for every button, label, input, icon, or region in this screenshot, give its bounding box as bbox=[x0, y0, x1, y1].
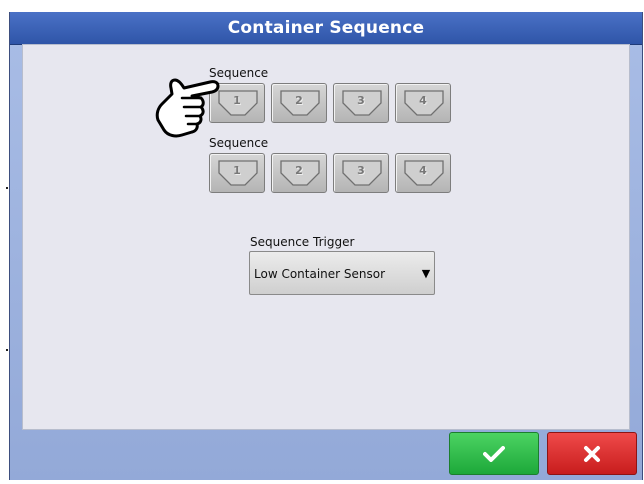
edge-mark bbox=[6, 187, 8, 189]
edge-mark bbox=[6, 349, 8, 351]
cancel-button[interactable] bbox=[547, 432, 637, 475]
container-button-3[interactable]: 3 bbox=[333, 83, 389, 123]
container-button-3[interactable]: 3 bbox=[333, 153, 389, 193]
container-button-4[interactable]: 4 bbox=[395, 83, 451, 123]
sequence-trigger-value: Low Container Sensor bbox=[254, 267, 386, 281]
sequence-row-1: 1 2 3 4 bbox=[209, 83, 451, 123]
container-number: 4 bbox=[419, 164, 427, 177]
ok-button[interactable] bbox=[449, 432, 539, 475]
container-button-2[interactable]: 2 bbox=[271, 153, 327, 193]
content-panel: Sequence 1 2 3 4 Sequence 1 2 3 4 Sequen… bbox=[22, 44, 630, 430]
checkmark-icon bbox=[483, 445, 505, 462]
sequence-trigger-select[interactable]: Low Container Sensor ▼ bbox=[249, 251, 435, 295]
container-number: 3 bbox=[357, 94, 365, 107]
sequence-row-2: 1 2 3 4 bbox=[209, 153, 451, 193]
container-number: 2 bbox=[295, 94, 303, 107]
triangle-down-icon: ▼ bbox=[421, 267, 431, 280]
x-icon bbox=[584, 445, 600, 462]
container-sequence-dialog: Container Sequence Sequence 1 2 3 4 Sequ… bbox=[9, 12, 643, 480]
container-button-1[interactable]: 1 bbox=[209, 83, 265, 123]
container-number: 3 bbox=[357, 164, 365, 177]
dialog-title: Container Sequence bbox=[10, 12, 642, 45]
container-number: 4 bbox=[419, 94, 427, 107]
sequence-label-2: Sequence bbox=[209, 136, 269, 150]
container-number: 2 bbox=[295, 164, 303, 177]
container-button-4[interactable]: 4 bbox=[395, 153, 451, 193]
sequence-label-1: Sequence bbox=[209, 66, 269, 80]
sequence-trigger-label: Sequence Trigger bbox=[250, 235, 355, 249]
container-number: 1 bbox=[233, 94, 241, 107]
container-button-2[interactable]: 2 bbox=[271, 83, 327, 123]
container-number: 1 bbox=[233, 164, 241, 177]
container-button-1[interactable]: 1 bbox=[209, 153, 265, 193]
